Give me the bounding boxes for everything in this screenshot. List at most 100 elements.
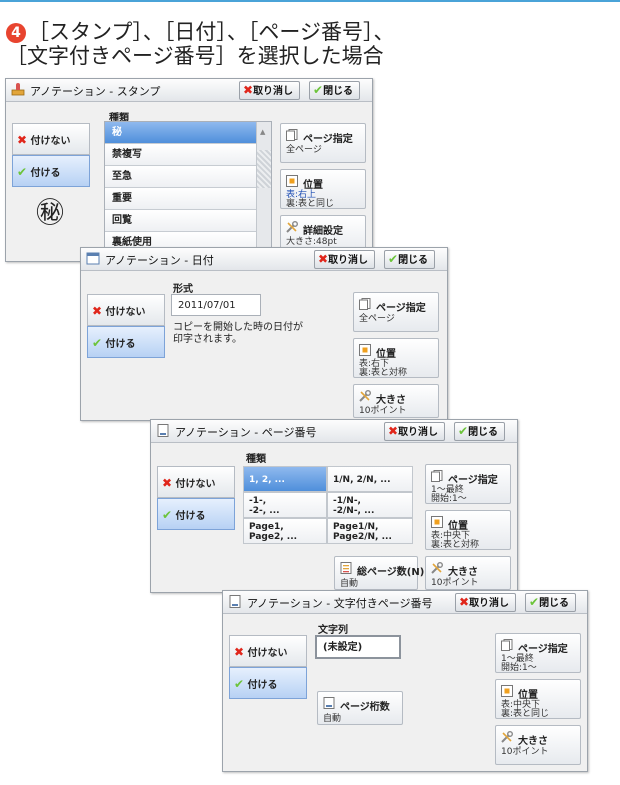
scroll-thumb[interactable] — [257, 150, 271, 188]
cancel-x-icon: ✖ — [318, 252, 329, 266]
heading-line-2: ［文字付きページ番号］を選択した場合 — [6, 44, 384, 68]
close-check-icon: ✔ — [458, 424, 469, 438]
stamp-page-spec-button[interactable]: ページ指定 全ページ — [280, 123, 366, 163]
page-digits-button[interactable]: ページ桁数 自動 — [317, 691, 403, 725]
page-number-size-button[interactable]: 大きさ 10ポイント — [425, 556, 511, 590]
stamp-dialog: アノテーション - スタンプ ✖取り消し ✔閉じる 種類 ✖ 付けない ✔ 付け… — [5, 78, 373, 262]
page-icon — [359, 298, 371, 310]
text-page-number-cancel-button[interactable]: ✖取り消し — [455, 593, 517, 612]
section-heading: 4 ［スタンプ］、［日付］、［ページ番号］、 ［文字付きページ番号］を選択した場合 — [6, 20, 394, 68]
stamp-close-button[interactable]: ✔閉じる — [309, 81, 361, 100]
list-scrollbar[interactable]: ▲ ▼ — [256, 122, 271, 261]
page-number-icon — [157, 424, 169, 437]
page-format-option[interactable]: Page1/N, Page2/N, ... — [327, 518, 413, 544]
cancel-x-icon: ✖ — [459, 595, 470, 609]
page-number-title-bar: アノテーション - ページ番号 ✖取り消し ✔閉じる — [151, 420, 517, 443]
page-format-option[interactable]: -1/N-, -2/N-, ... — [327, 492, 413, 518]
date-dialog: アノテーション - 日付 ✖取り消し ✔閉じる 形式 ✖ 付けない ✔ 付ける … — [80, 247, 448, 421]
text-page-number-page-spec-button[interactable]: ページ指定 1～最終 開始:1～ — [495, 633, 581, 673]
page-number-page-spec-button[interactable]: ページ指定 1～最終 開始:1～ — [425, 464, 511, 504]
list-item[interactable]: 禁複写 — [105, 144, 257, 166]
tools-icon — [359, 390, 371, 402]
check-icon: ✔ — [162, 508, 173, 522]
stamp-off-button[interactable]: ✖ 付けない — [12, 123, 90, 155]
page-icon — [286, 129, 298, 141]
text-page-number-title-bar: アノテーション - 文字付きページ番号 ✖取り消し ✔閉じる — [223, 591, 587, 614]
position-icon — [359, 344, 371, 356]
text-page-number-size-button[interactable]: 大きさ 10ポイント — [495, 725, 581, 765]
string-label: 文字列 — [318, 625, 348, 636]
top-accent-line — [0, 0, 620, 2]
page-digits-icon — [323, 697, 335, 709]
document-stack-icon — [340, 562, 352, 574]
step-number-badge: 4 — [6, 23, 26, 43]
date-size-button[interactable]: 大きさ 10ポイント — [353, 384, 439, 418]
scroll-up-icon[interactable]: ▲ — [260, 128, 265, 136]
cancel-x-icon: ✖ — [388, 424, 399, 438]
stamp-preview: ㊙ — [36, 196, 65, 229]
stamp-title-bar: アノテーション - スタンプ ✖取り消し ✔閉じる — [6, 79, 372, 102]
page-number-close-button[interactable]: ✔閉じる — [454, 422, 506, 441]
page-number-on-button[interactable]: ✔ 付ける — [157, 498, 235, 530]
stamp-type-list: 秘 禁複写 至急 重要 回覧 裏紙使用 ▲ ▼ — [104, 121, 272, 261]
cancel-x-icon: ✖ — [243, 83, 254, 97]
stamp-position-button[interactable]: 位置 表:右上 裏:表と同じ — [280, 169, 366, 209]
date-off-button[interactable]: ✖ 付けない — [87, 294, 165, 326]
total-pages-button[interactable]: 総ページ数(N) 自動 — [334, 556, 424, 590]
text-page-number-icon — [229, 595, 241, 608]
page-number-type-label: 種類 — [246, 454, 266, 465]
text-page-number-close-button[interactable]: ✔閉じる — [525, 593, 577, 612]
x-icon: ✖ — [162, 476, 173, 490]
x-icon: ✖ — [234, 645, 245, 659]
page-icon — [501, 639, 513, 651]
list-item[interactable]: 秘 — [105, 122, 257, 144]
page-format-option[interactable]: Page1, Page2, ... — [243, 518, 327, 544]
close-check-icon: ✔ — [313, 83, 324, 97]
date-format-field[interactable]: 2011/07/01 — [171, 294, 261, 316]
page-format-option[interactable]: -1-, -2-, ... — [243, 492, 327, 518]
date-cancel-button[interactable]: ✖取り消し — [314, 250, 376, 269]
tools-icon — [286, 221, 298, 233]
text-page-number-dialog: アノテーション - 文字付きページ番号 ✖取り消し ✔閉じる 文字列 ✖ 付けな… — [222, 590, 588, 772]
tools-icon — [431, 562, 443, 574]
date-page-spec-button[interactable]: ページ指定 全ページ — [353, 292, 439, 332]
list-item[interactable]: 至急 — [105, 166, 257, 188]
page-number-off-button[interactable]: ✖ 付けない — [157, 466, 235, 498]
close-check-icon: ✔ — [529, 595, 540, 609]
stamp-icon — [11, 83, 25, 96]
close-check-icon: ✔ — [388, 252, 399, 266]
stamp-dialog-title: アノテーション - スタンプ — [30, 85, 161, 98]
page-number-dialog: アノテーション - ページ番号 ✖取り消し ✔閉じる 種類 ✖ 付けない ✔ 付… — [150, 419, 518, 593]
page-format-option[interactable]: 1/N, 2/N, ... — [327, 466, 413, 492]
page-icon — [431, 470, 443, 482]
list-item[interactable]: 重要 — [105, 188, 257, 210]
text-page-number-dialog-title: アノテーション - 文字付きページ番号 — [247, 597, 433, 610]
string-input[interactable]: (未設定) — [315, 635, 401, 659]
position-icon — [431, 516, 443, 528]
text-page-number-position-button[interactable]: 位置 表:中央下 裏:表と同じ — [495, 679, 581, 719]
page-number-dialog-title: アノテーション - ページ番号 — [175, 426, 317, 439]
calendar-icon — [86, 252, 100, 265]
date-position-button[interactable]: 位置 表:右下 裏:表と対称 — [353, 338, 439, 378]
date-title-bar: アノテーション - 日付 ✖取り消し ✔閉じる — [81, 248, 447, 271]
text-page-number-on-button[interactable]: ✔ 付ける — [229, 667, 307, 699]
check-icon: ✔ — [234, 677, 245, 691]
text-page-number-off-button[interactable]: ✖ 付けない — [229, 635, 307, 667]
date-close-button[interactable]: ✔閉じる — [384, 250, 436, 269]
date-note: コピーを開始した時の日付が 印字されます。 — [173, 322, 303, 345]
page-number-position-button[interactable]: 位置 表:中央下 裏:表と対称 — [425, 510, 511, 550]
stamp-on-button[interactable]: ✔ 付ける — [12, 155, 90, 187]
page-number-cancel-button[interactable]: ✖取り消し — [384, 422, 446, 441]
stamp-cancel-button[interactable]: ✖取り消し — [239, 81, 301, 100]
position-icon — [286, 175, 298, 187]
date-dialog-title: アノテーション - 日付 — [105, 254, 214, 267]
list-item[interactable]: 回覧 — [105, 210, 257, 232]
position-icon — [501, 685, 513, 697]
page-format-option[interactable]: 1, 2, ... — [243, 466, 327, 492]
check-icon: ✔ — [92, 336, 103, 350]
date-format-label: 形式 — [173, 284, 193, 295]
date-on-button[interactable]: ✔ 付ける — [87, 326, 165, 358]
x-icon: ✖ — [92, 304, 103, 318]
tools-icon — [501, 731, 513, 743]
heading-line-1: ［スタンプ］、［日付］、［ページ番号］、 — [28, 20, 395, 44]
